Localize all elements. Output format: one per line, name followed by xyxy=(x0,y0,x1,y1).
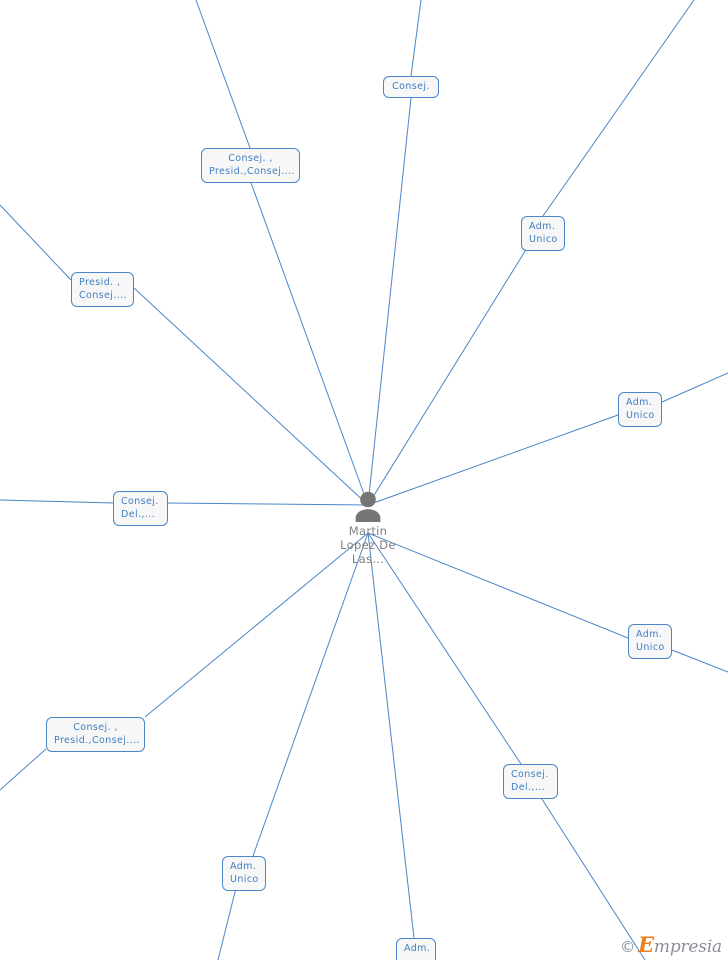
edge-left-edge-mid xyxy=(0,499,114,504)
edge-right-edge-lower xyxy=(671,649,728,673)
edge-n11 xyxy=(367,532,415,939)
node-box-n4-line-1: Presid. , xyxy=(79,277,121,288)
brand-rest-letters: mpresia xyxy=(653,937,722,957)
node-box-n4-line-2: Consej.... xyxy=(79,290,127,301)
watermark-empresia: © Empresia xyxy=(620,934,722,956)
node-box-n9-line-1: Consej. xyxy=(511,769,549,780)
node-box-n5-line-2: Unico xyxy=(626,410,655,421)
brand-capital-letter: E xyxy=(638,932,654,957)
node-box-n6[interactable]: Consej. Del.,... xyxy=(113,491,168,526)
node-box-n5-line-1: Adm. xyxy=(626,397,653,408)
node-box-n10[interactable]: Adm. Unico xyxy=(222,856,266,891)
center-node-label-line-2: Lopez De xyxy=(340,538,396,552)
node-box-n4[interactable]: Presid. , Consej.... xyxy=(71,272,134,307)
edge-n1 xyxy=(367,97,412,506)
node-box-n7-line-1: Adm. xyxy=(636,629,663,640)
node-box-n3[interactable]: Adm. Unico xyxy=(521,216,565,251)
network-diagram-canvas[interactable]: Martin Lopez De Las... Consej. Consej. , P… xyxy=(0,0,728,960)
edge-n3 xyxy=(367,247,528,506)
edge-right-edge-upper xyxy=(661,372,728,403)
node-box-n1[interactable]: Consej. xyxy=(383,76,439,98)
node-box-n3-line-1: Adm. xyxy=(529,221,556,232)
edge-top-edge-mid xyxy=(410,0,422,77)
edge-layer xyxy=(0,0,728,960)
node-box-n7[interactable]: Adm. Unico xyxy=(628,624,672,659)
node-box-n7-line-2: Unico xyxy=(636,642,665,653)
edge-n10 xyxy=(252,532,369,857)
node-box-n5[interactable]: Adm. Unico xyxy=(618,392,662,427)
node-box-n2-line-2: Presid.,Consej.... xyxy=(209,166,295,177)
center-node-person[interactable]: Martin Lopez De Las... xyxy=(313,490,423,566)
node-box-n6-line-1: Consej. xyxy=(121,496,159,507)
node-box-n10-line-2: Unico xyxy=(230,874,259,885)
edge-top-edge-left xyxy=(195,0,251,149)
node-box-n11[interactable]: Adm. xyxy=(396,938,436,960)
node-box-n3-line-2: Unico xyxy=(529,234,558,245)
node-box-n11-line-1: Adm. xyxy=(404,943,431,954)
node-box-n9-line-2: Del.,... xyxy=(511,782,546,793)
edge-top-edge-right xyxy=(542,0,695,217)
node-box-n1-line-1: Consej. xyxy=(392,81,430,92)
center-node-label: Martin Lopez De Las... xyxy=(313,524,423,566)
edge-bottom-edge-mid xyxy=(217,887,237,960)
node-box-n8[interactable]: Consej. , Presid.,Consej.... xyxy=(46,717,145,752)
node-box-n10-line-1: Adm. xyxy=(230,861,257,872)
edge-bottom-left-edge xyxy=(0,748,47,791)
node-box-n8-line-1: Consej. , xyxy=(73,722,118,733)
center-node-label-line-1: Martin xyxy=(348,524,388,538)
node-box-n9[interactable]: Consej. Del.,... xyxy=(503,764,558,799)
node-box-n2[interactable]: Consej. , Presid.,Consej.... xyxy=(201,148,300,183)
copyright-icon: © xyxy=(620,938,636,956)
center-node-label-line-3: Las... xyxy=(351,552,385,566)
brand-wordmark: Empresia xyxy=(638,934,722,956)
node-box-n6-line-2: Del.,... xyxy=(121,509,156,520)
node-box-n2-line-1: Consej. , xyxy=(228,153,273,164)
edge-n9 xyxy=(367,532,522,765)
person-avatar-icon xyxy=(355,491,381,522)
edge-left-edge-upper xyxy=(0,204,72,281)
edge-n2 xyxy=(249,179,369,506)
node-box-n8-line-2: Presid.,Consej.... xyxy=(54,735,140,746)
edge-n4 xyxy=(133,287,369,506)
